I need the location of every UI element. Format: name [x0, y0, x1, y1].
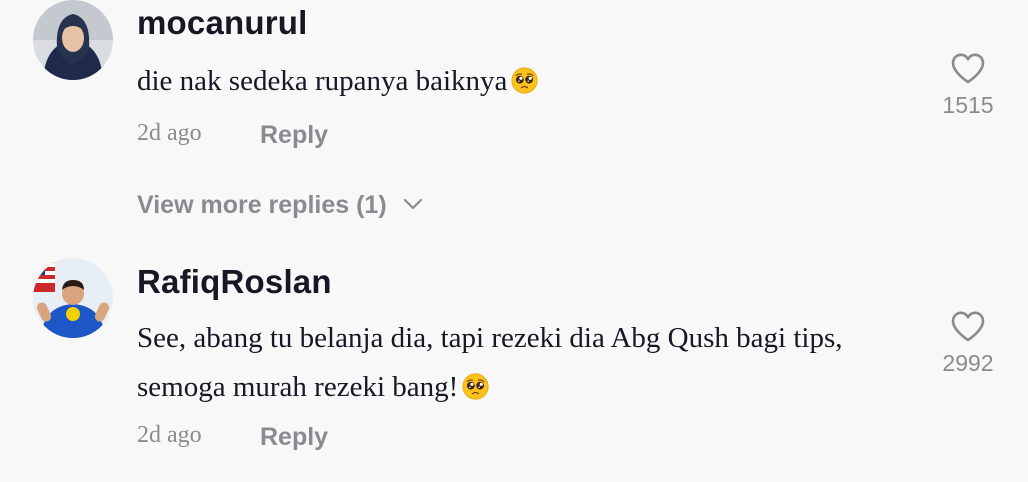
- comment-timestamp: 2d ago: [137, 422, 202, 448]
- like-count: 1515: [942, 92, 994, 118]
- like-control: 1515: [930, 52, 1006, 119]
- avatar[interactable]: [33, 258, 113, 338]
- comment-text: See, abang tu belanja dia, tapi rezeki d…: [137, 314, 877, 412]
- view-more-replies-button[interactable]: View more replies (1): [137, 191, 423, 220]
- view-more-replies-label: View more replies (1): [137, 191, 387, 219]
- chevron-down-icon: [403, 198, 422, 210]
- comment-text-content: See, abang tu belanja dia, tapi rezeki d…: [137, 322, 843, 403]
- reply-button[interactable]: Reply: [260, 423, 328, 452]
- comment-username[interactable]: mocanurul: [137, 4, 308, 42]
- pleading-face-emoji-icon: [511, 67, 538, 94]
- heart-icon[interactable]: [950, 52, 986, 85]
- comment-text: die nak sedeka rupanya baiknya: [137, 57, 877, 106]
- comment-username[interactable]: RafiqRoslan: [137, 263, 332, 301]
- heart-icon[interactable]: [950, 310, 986, 343]
- pleading-face-emoji-icon: [462, 373, 489, 400]
- avatar[interactable]: [33, 0, 113, 80]
- like-control: 2992: [930, 310, 1006, 377]
- reply-button[interactable]: Reply: [260, 121, 328, 150]
- comment-timestamp: 2d ago: [137, 120, 202, 146]
- comment-text-content: die nak sedeka rupanya baiknya: [137, 65, 508, 97]
- like-count: 2992: [942, 350, 994, 376]
